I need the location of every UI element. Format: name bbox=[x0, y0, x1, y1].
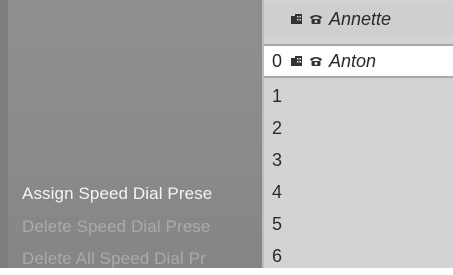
entry-number: 2 bbox=[272, 117, 283, 138]
entry-name: Annette bbox=[329, 8, 392, 29]
building-icon bbox=[290, 55, 303, 67]
entry-number: 4 bbox=[272, 181, 283, 202]
phone-icon bbox=[309, 14, 323, 25]
list-item[interactable]: 3 bbox=[264, 144, 453, 176]
list-item[interactable]: 2 bbox=[264, 112, 453, 144]
building-icon bbox=[290, 13, 303, 25]
list-item-anton-selected[interactable]: 0 Anton bbox=[264, 44, 453, 78]
entry-number: 3 bbox=[272, 149, 283, 170]
list-item-annette[interactable]: Annette bbox=[264, 2, 453, 36]
entry-number: 1 bbox=[272, 85, 283, 106]
menu-item-assign-speed-dial[interactable]: Assign Speed Dial Prese bbox=[22, 184, 212, 204]
speed-dial-menu: Assign Speed Dial Prese Delete Speed Dia… bbox=[0, 0, 262, 268]
list-item[interactable]: 1 bbox=[264, 80, 453, 112]
entry-number: 5 bbox=[272, 213, 283, 234]
entry-number: 0 bbox=[272, 50, 283, 71]
screen-bottom-border bbox=[0, 268, 453, 275]
list-item[interactable]: 4 bbox=[264, 176, 453, 208]
entry-number: 6 bbox=[272, 245, 283, 266]
menu-item-delete-all-speed-dial[interactable]: Delete All Speed Dial Pr bbox=[22, 249, 206, 268]
panel-edge bbox=[0, 0, 8, 268]
menu-item-delete-speed-dial[interactable]: Delete Speed Dial Prese bbox=[22, 217, 210, 237]
list-item[interactable]: 6 bbox=[264, 240, 453, 268]
entry-name: Anton bbox=[329, 50, 377, 71]
phone-icon bbox=[309, 56, 323, 67]
list-item[interactable]: 5 bbox=[264, 208, 453, 240]
speed-dial-screen: Assign Speed Dial Prese Delete Speed Dia… bbox=[0, 0, 453, 275]
phonebook-list: Annette 0 Anton 1 2 3 4 5 6 bbox=[262, 0, 453, 268]
